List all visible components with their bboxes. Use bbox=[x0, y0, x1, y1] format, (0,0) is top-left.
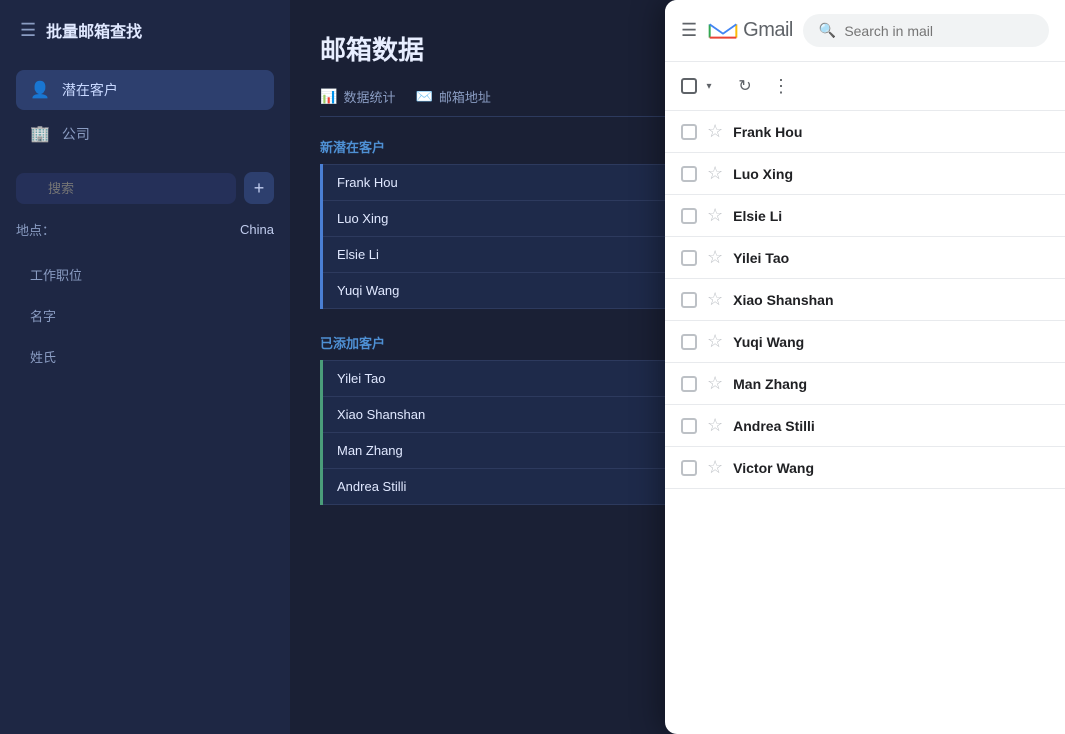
gmail-m-icon bbox=[707, 19, 739, 43]
gmail-email-row[interactable]: ☆ Yuqi Wang bbox=[665, 321, 1065, 363]
gmail-logo-text: Gmail bbox=[743, 19, 793, 42]
email-sender-name: Elsie Li bbox=[733, 208, 1049, 224]
sidebar-item-prospect-label: 潜在客户 bbox=[62, 80, 118, 100]
gmail-logo: Gmail bbox=[707, 19, 793, 43]
chart-icon: 📊 bbox=[320, 88, 337, 105]
sidebar-header: ☰ 批量邮箱查找 bbox=[0, 0, 290, 60]
email-checkbox[interactable] bbox=[681, 292, 697, 308]
sidebar-fields: 工作职位 名字 姓氏 bbox=[0, 247, 290, 384]
email-checkbox[interactable] bbox=[681, 166, 697, 182]
building-icon: 🏢 bbox=[30, 124, 50, 144]
gmail-email-list: ☆ Frank Hou ☆ Luo Xing ☆ Elsie Li ☆ Yile… bbox=[665, 111, 1065, 734]
row-name: Luo Xing bbox=[322, 201, 671, 237]
email-star-icon[interactable]: ☆ bbox=[707, 205, 723, 226]
gmail-email-row[interactable]: ☆ Yilei Tao bbox=[665, 237, 1065, 279]
email-star-icon[interactable]: ☆ bbox=[707, 457, 723, 478]
email-sender-name: Yilei Tao bbox=[733, 250, 1049, 266]
gmail-search-icon: 🔍 bbox=[819, 22, 836, 39]
mail-icon: ✉️ bbox=[415, 88, 432, 105]
sidebar-search-row: 🔍 + bbox=[0, 172, 290, 204]
search-input[interactable] bbox=[16, 173, 236, 204]
email-star-icon[interactable]: ☆ bbox=[707, 331, 723, 352]
email-star-icon[interactable]: ☆ bbox=[707, 415, 723, 436]
filter-value: China bbox=[240, 222, 274, 237]
row-name: Frank Hou bbox=[322, 165, 671, 201]
email-checkbox[interactable] bbox=[681, 250, 697, 266]
email-sender-name: Man Zhang bbox=[733, 376, 1049, 392]
row-name: Elsie Li bbox=[322, 237, 671, 273]
row-name: Xiao Shanshan bbox=[322, 397, 714, 433]
email-sender-name: Frank Hou bbox=[733, 124, 1049, 140]
email-checkbox[interactable] bbox=[681, 418, 697, 434]
email-checkbox[interactable] bbox=[681, 460, 697, 476]
tab-data-stats[interactable]: 📊 数据统计 bbox=[320, 87, 395, 116]
gmail-header: ☰ Gmail 🔍 bbox=[665, 0, 1065, 62]
email-star-icon[interactable]: ☆ bbox=[707, 289, 723, 310]
gmail-email-row[interactable]: ☆ Xiao Shanshan bbox=[665, 279, 1065, 321]
add-button[interactable]: + bbox=[244, 172, 274, 204]
gmail-menu-icon[interactable]: ☰ bbox=[681, 20, 697, 41]
tab-email-address[interactable]: ✉️ 邮箱地址 bbox=[415, 87, 490, 116]
search-wrap: 🔍 bbox=[16, 173, 236, 204]
gmail-search-bar[interactable]: 🔍 bbox=[803, 14, 1049, 47]
row-name: Yilei Tao bbox=[322, 361, 714, 397]
email-star-icon[interactable]: ☆ bbox=[707, 121, 723, 142]
refresh-button[interactable]: ↻ bbox=[729, 70, 761, 102]
email-sender-name: Luo Xing bbox=[733, 166, 1049, 182]
email-sender-name: Victor Wang bbox=[733, 460, 1049, 476]
gmail-email-row[interactable]: ☆ Victor Wang bbox=[665, 447, 1065, 489]
gmail-email-row[interactable]: ☆ Frank Hou bbox=[665, 111, 1065, 153]
select-dropdown-icon[interactable]: ▾ bbox=[701, 78, 717, 94]
person-icon: 👤 bbox=[30, 80, 50, 100]
row-name: Andrea Stilli bbox=[322, 469, 714, 505]
sidebar-item-company-label: 公司 bbox=[62, 124, 90, 144]
menu-lines-icon: ☰ bbox=[20, 20, 36, 41]
email-checkbox[interactable] bbox=[681, 124, 697, 140]
email-checkbox[interactable] bbox=[681, 376, 697, 392]
gmail-toolbar: ▾ ↻ ⋮ bbox=[665, 62, 1065, 111]
sidebar-filter-row: 地点： China bbox=[0, 212, 290, 247]
gmail-search-input[interactable] bbox=[844, 23, 1033, 39]
gmail-panel: ☰ Gmail 🔍 ▾ ↻ ⋮ bbox=[665, 0, 1065, 734]
more-options-button[interactable]: ⋮ bbox=[765, 70, 797, 102]
email-checkbox[interactable] bbox=[681, 208, 697, 224]
gmail-email-row[interactable]: ☆ Man Zhang bbox=[665, 363, 1065, 405]
field-first-name[interactable]: 名字 bbox=[16, 296, 274, 335]
field-job-title[interactable]: 工作职位 bbox=[16, 255, 274, 294]
sidebar-nav: 👤 潜在客户 🏢 公司 bbox=[0, 60, 290, 164]
email-sender-name: Xiao Shanshan bbox=[733, 292, 1049, 308]
gmail-email-row[interactable]: ☆ Elsie Li bbox=[665, 195, 1065, 237]
filter-label: 地点： bbox=[16, 220, 55, 239]
email-star-icon[interactable]: ☆ bbox=[707, 373, 723, 394]
app-title: 批量邮箱查找 bbox=[46, 18, 142, 42]
tab-email-address-label: 邮箱地址 bbox=[439, 87, 491, 106]
row-name: Man Zhang bbox=[322, 433, 714, 469]
email-star-icon[interactable]: ☆ bbox=[707, 163, 723, 184]
sidebar-item-prospect[interactable]: 👤 潜在客户 bbox=[16, 70, 274, 110]
row-name: Yuqi Wang bbox=[322, 273, 671, 309]
gmail-email-row[interactable]: ☆ Andrea Stilli bbox=[665, 405, 1065, 447]
sidebar: ☰ 批量邮箱查找 👤 潜在客户 🏢 公司 🔍 + 地点： China 工作职位 … bbox=[0, 0, 290, 734]
email-checkbox[interactable] bbox=[681, 334, 697, 350]
field-last-name[interactable]: 姓氏 bbox=[16, 337, 274, 376]
email-sender-name: Yuqi Wang bbox=[733, 334, 1049, 350]
sidebar-item-company[interactable]: 🏢 公司 bbox=[16, 114, 274, 154]
select-all-checkbox[interactable] bbox=[681, 78, 697, 94]
email-star-icon[interactable]: ☆ bbox=[707, 247, 723, 268]
tab-data-stats-label: 数据统计 bbox=[343, 87, 395, 106]
email-sender-name: Andrea Stilli bbox=[733, 418, 1049, 434]
gmail-email-row[interactable]: ☆ Luo Xing bbox=[665, 153, 1065, 195]
